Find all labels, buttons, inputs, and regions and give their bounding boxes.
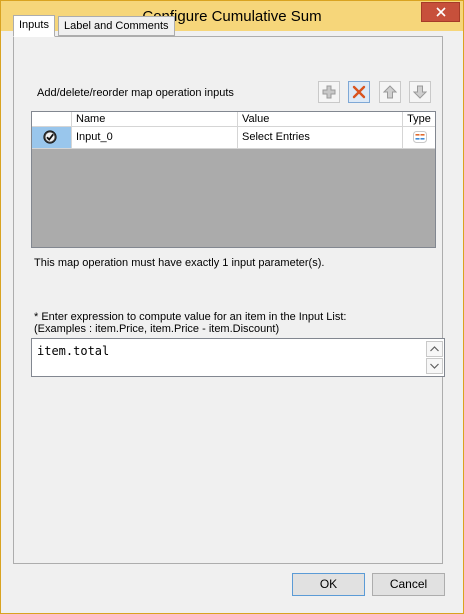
move-down-button[interactable] xyxy=(409,81,431,103)
checkmark-circle-icon xyxy=(43,130,57,144)
inputs-heading: Add/delete/reorder map operation inputs xyxy=(37,87,234,99)
close-button[interactable] xyxy=(421,2,460,22)
cell-name[interactable]: Input_0 xyxy=(72,127,238,148)
inputs-grid[interactable]: Name Value Type Input_0 Select Entries xyxy=(31,111,436,248)
add-icon xyxy=(322,85,336,99)
scroll-down-button[interactable] xyxy=(426,358,443,374)
delete-icon xyxy=(352,85,366,99)
expression-textbox[interactable]: item.total xyxy=(31,338,445,377)
move-up-button[interactable] xyxy=(379,81,401,103)
expression-hint: * Enter expression to compute value for … xyxy=(34,311,347,323)
grid-header: Name Value Type xyxy=(32,112,435,127)
tab-label-and-comments[interactable]: Label and Comments xyxy=(58,16,175,36)
scroll-up-button[interactable] xyxy=(426,341,443,357)
cell-value[interactable]: Select Entries xyxy=(238,127,403,148)
row-selector[interactable] xyxy=(32,127,72,148)
tab-inputs[interactable]: Inputs xyxy=(13,15,55,37)
close-icon xyxy=(436,7,446,17)
table-row[interactable]: Input_0 Select Entries xyxy=(32,127,435,149)
list-type-icon xyxy=(413,131,427,143)
cell-type[interactable] xyxy=(403,127,435,148)
ok-button[interactable]: OK xyxy=(292,573,365,596)
chevron-down-icon xyxy=(430,363,439,369)
expression-text[interactable]: item.total xyxy=(37,344,109,358)
column-header-value[interactable]: Value xyxy=(238,112,403,126)
expression-examples: (Examples : item.Price, item.Price - ite… xyxy=(34,323,280,335)
grid-header-indicator xyxy=(32,112,72,126)
dialog-window: Configure Cumulative Sum Inputs Label an… xyxy=(0,0,464,614)
column-header-name[interactable]: Name xyxy=(72,112,238,126)
column-header-type[interactable]: Type xyxy=(403,112,435,126)
cancel-button[interactable]: Cancel xyxy=(372,573,445,596)
add-input-button[interactable] xyxy=(318,81,340,103)
chevron-up-icon xyxy=(430,346,439,352)
input-count-constraint: This map operation must have exactly 1 i… xyxy=(34,257,325,269)
delete-input-button[interactable] xyxy=(348,81,370,103)
move-up-icon xyxy=(383,85,397,99)
move-down-icon xyxy=(413,85,427,99)
